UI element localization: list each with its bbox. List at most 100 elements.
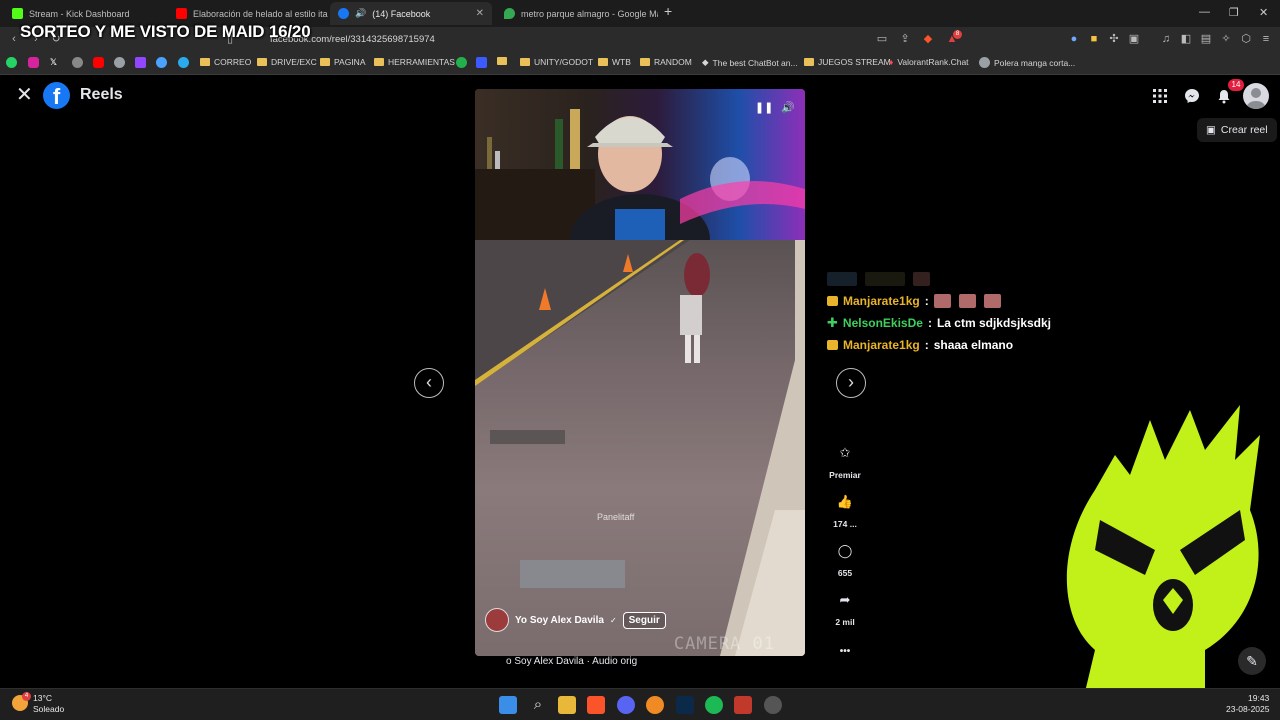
reel-video[interactable]: ❚❚ 🔊 Panelitaff CAMERA 01 Yo Soy Alex Da…: [475, 89, 805, 656]
new-tab-button[interactable]: +: [664, 3, 672, 19]
blender-icon[interactable]: [646, 696, 664, 714]
bookmark-folder-unity[interactable]: UNITY/GODOT: [520, 57, 593, 67]
emote-image: [933, 294, 951, 308]
blue-bookmark[interactable]: [476, 57, 487, 68]
address-bar[interactable]: facebook.com/reel/3314325698715974: [244, 32, 864, 48]
brave-shield-icon[interactable]: ◆: [922, 33, 934, 45]
pen-bookmark[interactable]: [156, 57, 167, 68]
like-button[interactable]: 👍 174 ...: [825, 489, 865, 529]
bookmark-folder-herramientas[interactable]: HERRAMIENTAS: [374, 57, 455, 67]
x-icon: 𝕏: [50, 57, 57, 67]
chat-text: La ctm sdjkdsjksdkj: [936, 316, 1051, 330]
audio-attribution[interactable]: o Soy Alex Davila · Audio orig: [506, 656, 637, 667]
create-reel-button[interactable]: ▣ Crear reel: [1197, 118, 1277, 142]
kick-icon: [12, 8, 23, 19]
instagram-bookmark[interactable]: [28, 57, 39, 68]
close-window-button[interactable]: ✕: [1259, 6, 1268, 19]
file-explorer-icon[interactable]: [558, 696, 576, 714]
video-watermark: Panelitaff: [597, 512, 635, 522]
chat-message: Manjarate1kg :: [827, 290, 1127, 312]
x-bookmark[interactable]: 𝕏: [50, 57, 57, 68]
avatar-icon: [1246, 88, 1266, 109]
crown-badge-icon: [827, 296, 838, 306]
share-icon[interactable]: ⇪: [899, 33, 911, 45]
clock-date[interactable]: 23-08-2025: [1226, 704, 1269, 714]
twitch-bookmark[interactable]: [135, 57, 146, 68]
folder-icon: [257, 58, 267, 66]
author-avatar[interactable]: [485, 608, 509, 632]
twitch-icon: [135, 57, 146, 68]
puzzle-icon[interactable]: ✣: [1108, 33, 1120, 45]
restore-button[interactable]: ❐: [1229, 6, 1239, 19]
chat-username: NelsonEkisDe: [842, 316, 923, 330]
screen-cast-icon[interactable]: ▭: [876, 33, 888, 45]
close-icon[interactable]: ✕: [476, 8, 484, 19]
spotify-icon[interactable]: [705, 696, 723, 714]
youtube-icon: [93, 57, 104, 68]
menu-grid-button[interactable]: [1146, 82, 1174, 110]
bookmark-folder-random[interactable]: RANDOM: [640, 57, 692, 67]
valorant-icon[interactable]: [734, 696, 752, 714]
globe-bookmark[interactable]: [114, 57, 125, 68]
telegram-bookmark[interactable]: [178, 57, 189, 68]
follow-button[interactable]: Seguir: [622, 611, 666, 629]
back-icon[interactable]: ‹: [8, 33, 20, 45]
whatsapp-bookmark[interactable]: [6, 57, 17, 68]
compose-button[interactable]: ✎: [1238, 647, 1266, 675]
windows-start-icon[interactable]: [499, 696, 517, 714]
bookmark-folder-wtb[interactable]: WTB: [598, 57, 631, 67]
share-count: 2 mil: [835, 617, 855, 627]
green-bookmark[interactable]: [456, 57, 467, 68]
premiar-button[interactable]: ✩ Premiar: [825, 440, 865, 480]
photoshop-icon[interactable]: [676, 696, 694, 714]
facebook-logo[interactable]: f: [43, 82, 70, 109]
share-button[interactable]: ➦ 2 mil: [825, 587, 865, 627]
menu-icon[interactable]: ≡: [1260, 33, 1272, 45]
bookmark-polera[interactable]: Polera manga corta...: [979, 57, 1075, 68]
sidebar-icon[interactable]: ◧: [1180, 33, 1192, 45]
page-title: Reels: [80, 86, 123, 103]
tab-facebook[interactable]: 🔊 (14) Facebook ✕: [330, 2, 492, 25]
music-icon[interactable]: ♫: [1160, 33, 1172, 45]
messenger-button[interactable]: [1178, 82, 1206, 110]
messenger-icon: [1185, 89, 1199, 103]
extension-icon[interactable]: ●: [1068, 33, 1080, 45]
leo-ai-icon[interactable]: ✧: [1220, 33, 1232, 45]
bookmark-chatbot[interactable]: ◆ The best ChatBot an...: [702, 57, 798, 68]
folder-icon: [320, 58, 330, 66]
media-icon[interactable]: ▣: [1128, 33, 1140, 45]
folder-icon: [497, 57, 507, 65]
bookmark-folder-juegos[interactable]: JUEGOS STREAM: [804, 57, 891, 67]
discord-icon[interactable]: [617, 696, 635, 714]
comment-button[interactable]: ◯ 655: [825, 538, 865, 578]
author-name[interactable]: Yo Soy Alex Davila: [515, 615, 604, 626]
app-icon[interactable]: [764, 696, 782, 714]
extension-icon[interactable]: ■: [1088, 33, 1100, 45]
notification-badge: 14: [1228, 79, 1244, 91]
pause-icon[interactable]: ❚❚: [755, 101, 773, 114]
bookmark-folder-pagina[interactable]: PAGINA: [320, 57, 366, 67]
previous-reel-button[interactable]: ‹: [414, 368, 444, 398]
bookmark-folder-drive[interactable]: DRIVE/EXC: [257, 57, 317, 67]
folder-icon: [520, 58, 530, 66]
brave-browser-icon[interactable]: [587, 696, 605, 714]
bookmark-folder-correo[interactable]: CORREO: [200, 57, 251, 67]
profile-avatar[interactable]: [1243, 83, 1269, 109]
tab-google-maps[interactable]: metro parque almagro - Google Map: [496, 2, 658, 25]
close-reels-button[interactable]: ✕: [16, 85, 34, 105]
video-controls: ❚❚ 🔊: [755, 101, 795, 114]
youtube-bookmark[interactable]: [93, 57, 104, 68]
volume-icon[interactable]: 🔊: [781, 101, 795, 114]
search-icon[interactable]: ⌕: [529, 696, 547, 714]
clock-time[interactable]: 19:43: [1248, 693, 1269, 703]
subscriber-badge-icon: ✚: [827, 315, 838, 330]
share-arrow-icon: ➦: [839, 592, 851, 607]
apple-bookmark[interactable]: [72, 57, 83, 68]
minimize-button[interactable]: —: [1199, 6, 1210, 18]
next-reel-button[interactable]: ›: [836, 368, 866, 398]
vpn-icon[interactable]: ⬡: [1240, 33, 1252, 45]
bookmark-valorantrank[interactable]: ♦ ValorantRank.Chat: [889, 57, 969, 67]
yellow-bookmark[interactable]: [497, 57, 507, 65]
wallet-icon[interactable]: ▤: [1200, 33, 1212, 45]
more-options-button[interactable]: •••: [825, 646, 865, 657]
